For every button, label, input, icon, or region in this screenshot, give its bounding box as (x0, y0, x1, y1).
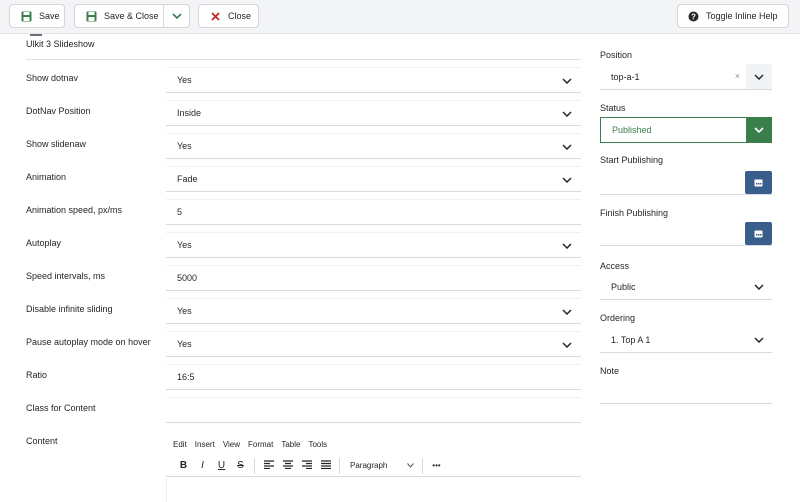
label-show-dotnav: Show dotnav (26, 73, 79, 83)
align-right-icon[interactable] (297, 459, 316, 472)
select-status[interactable]: Published (600, 117, 772, 143)
legend-divider (26, 59, 581, 60)
input-animation-speed[interactable]: 5 (166, 199, 581, 225)
italic-button[interactable]: I (193, 460, 212, 471)
underline-button[interactable]: U (212, 460, 231, 471)
save-icon (85, 10, 97, 22)
chevron-down-icon (553, 332, 581, 357)
select-ordering[interactable]: 1. Top A 1 (600, 327, 772, 353)
chevron-down-icon (746, 274, 772, 299)
clear-icon[interactable]: × (735, 71, 740, 81)
toolbar-separator (254, 457, 255, 474)
justify-icon[interactable] (316, 459, 335, 472)
help-icon: ? (687, 10, 699, 22)
label-animation-speed: Animation speed, px/ms (26, 205, 123, 215)
close-icon (209, 10, 221, 22)
label-status: Status (600, 103, 626, 113)
label-content: Content (26, 436, 58, 446)
chevron-down-icon (553, 299, 581, 324)
editor-menubar: Edit Insert View Format Table Tools (166, 434, 581, 454)
menu-edit[interactable]: Edit (173, 440, 187, 449)
save-close-button[interactable]: Save & Close (74, 4, 190, 28)
select-show-slidenav[interactable]: Yes (166, 133, 581, 159)
save-icon (20, 10, 32, 22)
select-dotnav-position[interactable]: Inside (166, 100, 581, 126)
label-start-publishing: Start Publishing (600, 155, 664, 165)
input-class-for-content[interactable] (166, 397, 581, 423)
select-pause-autoplay-hover[interactable]: Yes (166, 331, 581, 357)
menu-tools[interactable]: Tools (308, 440, 327, 449)
label-note: Note (600, 366, 620, 376)
toolbar: Save Save & Close Close ? Toggle Inline … (0, 0, 800, 34)
strikethrough-button[interactable]: S (231, 460, 250, 471)
close-button[interactable]: Close (198, 4, 259, 28)
paragraph-select[interactable]: Paragraph (344, 461, 418, 470)
more-icon[interactable]: ••• (427, 461, 446, 470)
label-ratio: Ratio (26, 370, 48, 380)
label-autoplay: Autoplay (26, 238, 62, 248)
label-disable-infinite-sliding: Disable infinite sliding (26, 304, 113, 314)
editor-format-toolbar: B I U S Paragraph ••• (166, 455, 581, 477)
input-ratio[interactable]: 16:5 (166, 364, 581, 390)
menu-insert[interactable]: Insert (195, 440, 215, 449)
menu-format[interactable]: Format (248, 440, 273, 449)
input-start-publishing[interactable] (600, 171, 772, 195)
select-disable-infinite-sliding[interactable]: Yes (166, 298, 581, 324)
align-center-icon[interactable] (278, 459, 297, 472)
label-pause-autoplay-hover: Pause autoplay mode on hover (26, 337, 151, 347)
select-autoplay[interactable]: Yes (166, 232, 581, 258)
label-position: Position (600, 50, 633, 60)
label-speed-intervals: Speed intervals, ms (26, 271, 106, 281)
menu-view[interactable]: View (223, 440, 240, 449)
legend-mark (30, 34, 42, 36)
bold-button[interactable]: B (174, 460, 193, 471)
label-dotnav-position: DotNav Position (26, 106, 91, 116)
chevron-down-icon (407, 461, 414, 470)
label-finish-publishing: Finish Publishing (600, 208, 669, 218)
save-button[interactable]: Save (9, 4, 65, 28)
toolbar-separator (339, 457, 340, 474)
save-label: Save (39, 11, 60, 21)
calendar-icon[interactable] (745, 171, 772, 194)
align-left-icon[interactable] (259, 459, 278, 472)
input-finish-publishing[interactable] (600, 222, 772, 246)
input-note[interactable] (600, 380, 772, 404)
close-label: Close (228, 11, 252, 21)
chevron-down-icon (553, 101, 581, 126)
label-class-for-content: Class for Content (26, 403, 96, 413)
chevron-down-icon (746, 117, 772, 142)
fieldset-legend: Ulkit 3 Slideshow (26, 39, 95, 49)
chevron-down-icon (553, 134, 581, 159)
calendar-icon[interactable] (745, 222, 772, 245)
menu-table[interactable]: Table (281, 440, 300, 449)
label-animation: Animation (26, 172, 67, 182)
toggle-inline-help-button[interactable]: ? Toggle Inline Help (677, 4, 789, 28)
help-label: Toggle Inline Help (706, 11, 778, 21)
chevron-down-icon (553, 233, 581, 258)
label-ordering: Ordering (600, 313, 636, 323)
select-animation[interactable]: Fade (166, 166, 581, 192)
input-speed-intervals[interactable]: 5000 (166, 265, 581, 291)
save-close-label: Save & Close (104, 11, 159, 21)
select-show-dotnav[interactable]: Yes (166, 67, 581, 93)
select-position[interactable]: top-a-1 × (600, 64, 772, 90)
editor-content-area[interactable] (166, 478, 581, 502)
label-access: Access (600, 261, 630, 271)
chevron-down-icon[interactable] (163, 5, 189, 27)
chevron-down-icon (746, 327, 772, 352)
select-access[interactable]: Public (600, 274, 772, 300)
chevron-down-icon (746, 64, 772, 89)
chevron-down-icon (553, 68, 581, 93)
toolbar-separator (422, 457, 423, 474)
label-show-slidenav: Show slidenaw (26, 139, 87, 149)
svg-text:?: ? (691, 12, 696, 21)
chevron-down-icon (553, 167, 581, 192)
